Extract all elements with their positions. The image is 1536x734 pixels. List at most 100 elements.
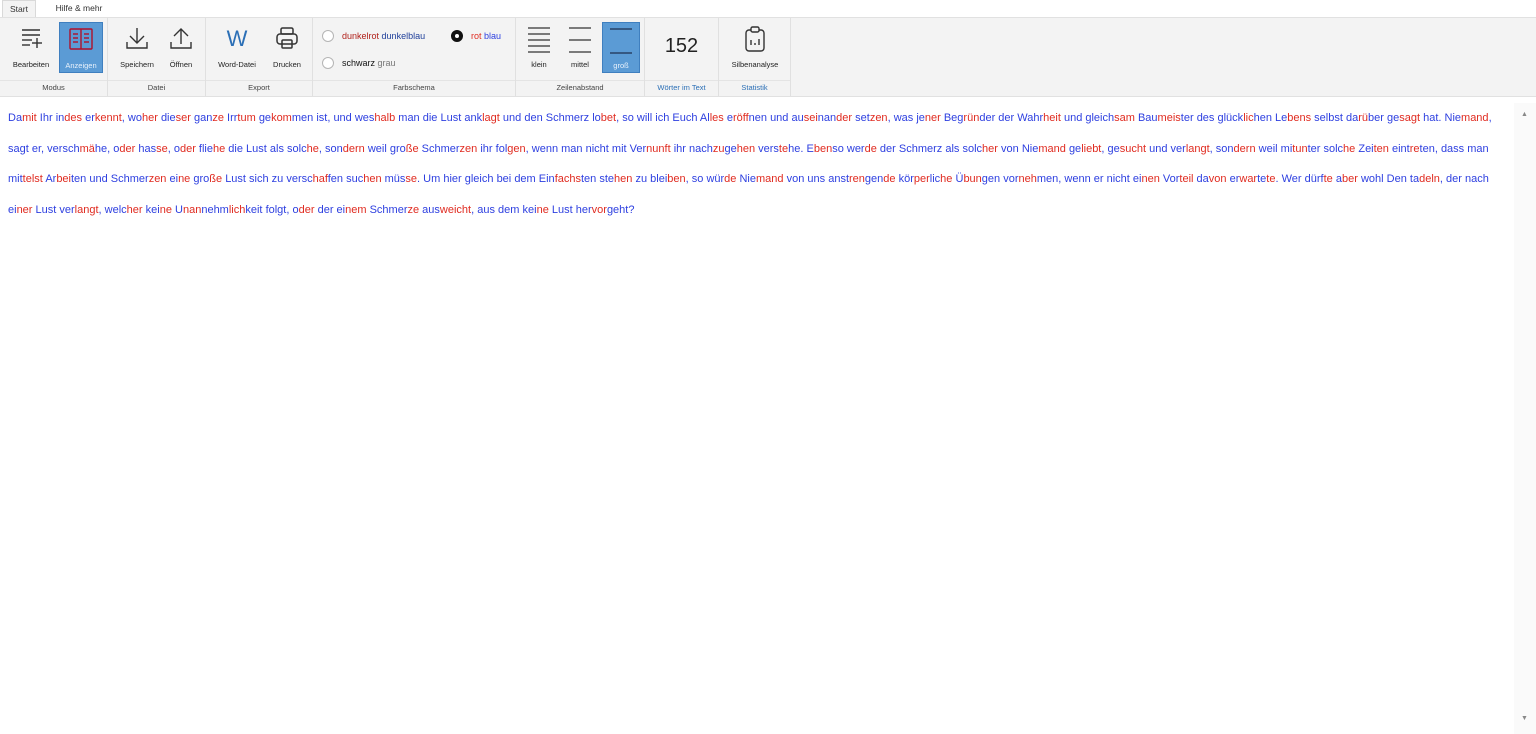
word: erwartete. — [1230, 173, 1279, 185]
syllable: ei — [169, 173, 179, 185]
word: keine — [146, 204, 172, 216]
syllable: tum — [237, 112, 256, 124]
word: darüber — [1346, 112, 1384, 124]
syllable: war — [1239, 173, 1258, 185]
syllable: Ar — [45, 173, 57, 185]
syllable-analysis-button[interactable]: Silbenanalyse — [725, 22, 785, 73]
syllable: geht — [606, 203, 629, 216]
scheme-darkred-darkblue-radio[interactable]: dunkelrot dunkelblau — [322, 30, 452, 44]
word: dass — [1441, 143, 1464, 155]
syllable: dass — [1440, 142, 1465, 155]
word: Baumeister — [1138, 112, 1194, 124]
syllable: will — [636, 112, 653, 124]
syllable: den — [524, 112, 543, 124]
save-button[interactable]: Speichern — [115, 22, 159, 73]
word: man — [561, 143, 582, 155]
word: Übungen — [955, 173, 1000, 185]
word: Damit — [8, 112, 37, 124]
word: bei — [497, 173, 512, 185]
syllable: ten — [1373, 142, 1389, 155]
word: gleich — [465, 173, 494, 185]
word: aus — [477, 204, 495, 216]
syllable: wo — [127, 112, 142, 124]
tab-help[interactable]: Hilfe & mehr — [46, 0, 112, 17]
spacing-small-button[interactable]: klein — [522, 22, 556, 73]
syllable: sam — [1114, 112, 1135, 124]
syllable: Euch — [672, 112, 698, 124]
group-modus: Bearbeiten Anzeigen Modus — [0, 18, 108, 96]
syllable: neh — [1018, 173, 1037, 185]
word: würde — [706, 173, 736, 185]
syllable: gleich — [464, 173, 494, 185]
word: und — [333, 112, 351, 124]
syllable: dem — [514, 173, 536, 185]
word: lobet, — [592, 112, 619, 124]
word: Wer — [1282, 173, 1302, 185]
scroll-down-icon[interactable]: ▼ — [1521, 715, 1528, 722]
word: tadeln, — [1410, 173, 1443, 185]
view-mode-button[interactable]: Anzeigen — [59, 22, 103, 73]
group-label-word-count: Wörter im Text — [645, 80, 718, 95]
word: erkennt, — [85, 112, 125, 124]
word: Niemand — [739, 173, 783, 185]
syllable: Al — [699, 112, 710, 124]
word: woher — [128, 112, 158, 124]
punctuation: , — [1434, 142, 1438, 155]
word: als — [270, 143, 284, 155]
word: der — [318, 204, 334, 216]
syllable: wer — [846, 142, 865, 155]
spacing-medium-button[interactable]: mittel — [562, 22, 598, 73]
word: Um — [423, 173, 440, 185]
punctuation: . — [417, 173, 421, 185]
word: verstehe. — [758, 143, 803, 155]
word: gesagt — [1387, 112, 1420, 124]
syllable: und — [770, 112, 789, 124]
syllable: er — [85, 112, 95, 124]
document-area[interactable]: Damit Ihr indes erkennt, woher dieser ga… — [0, 103, 1512, 734]
syllable: Den — [1386, 173, 1407, 185]
syllable: da — [1345, 112, 1359, 124]
open-button[interactable]: Öffnen — [161, 22, 201, 73]
punctuation: , — [525, 142, 529, 155]
syllable: Lust — [35, 203, 57, 216]
book-icon — [69, 28, 93, 50]
syllable: set — [855, 112, 870, 124]
scroll-up-icon[interactable]: ▲ — [1521, 111, 1528, 118]
scheme-red-blue-radio[interactable]: rot blau — [451, 30, 513, 44]
print-button[interactable]: Drucken — [266, 22, 308, 73]
word-icon: W — [227, 26, 248, 51]
punctuation: , — [471, 203, 475, 216]
syllable: mit — [611, 142, 627, 155]
syllable: nem — [345, 203, 367, 216]
syllable: nehm — [201, 203, 229, 216]
vertical-scrollbar[interactable]: ▲ ▼ — [1514, 103, 1536, 734]
group-label-modus: Modus — [0, 80, 107, 95]
syllable: ze — [407, 203, 420, 216]
syllable: müs — [384, 173, 406, 185]
word: Arbeiten — [45, 173, 86, 185]
syllable: ei — [336, 203, 346, 216]
spacing-large-button[interactable]: groß — [602, 22, 640, 73]
syllable: ge — [1107, 142, 1120, 155]
edit-mode-button[interactable]: Bearbeiten — [6, 22, 56, 73]
scheme-black-grey-radio[interactable]: schwarz grau — [322, 57, 432, 71]
syllable: Schmerz — [898, 142, 943, 155]
syllable: lo — [592, 112, 601, 124]
word-export-button[interactable]: W Word-Datei — [212, 22, 262, 73]
word: eröffnen — [727, 112, 767, 124]
syllable: hier — [443, 173, 462, 185]
syllable: re — [1409, 142, 1420, 155]
syllable: ge — [1068, 142, 1082, 155]
syllable: man — [1467, 142, 1489, 155]
syllable: man — [398, 112, 420, 124]
group-zeilenabstand: klein mittel groß Zeilenabstand — [516, 18, 645, 96]
syllable: men — [1036, 173, 1059, 185]
scheme-darkred-label: dunkelrot — [342, 31, 380, 41]
syllable: des — [1196, 112, 1215, 124]
tab-start[interactable]: Start — [2, 0, 36, 17]
syllable: aus — [422, 203, 440, 216]
word: selbst — [1314, 112, 1343, 124]
syllable: sagt — [8, 142, 29, 155]
syllable: Wahr — [1017, 112, 1044, 124]
line-spacing-medium-icon — [569, 27, 591, 53]
